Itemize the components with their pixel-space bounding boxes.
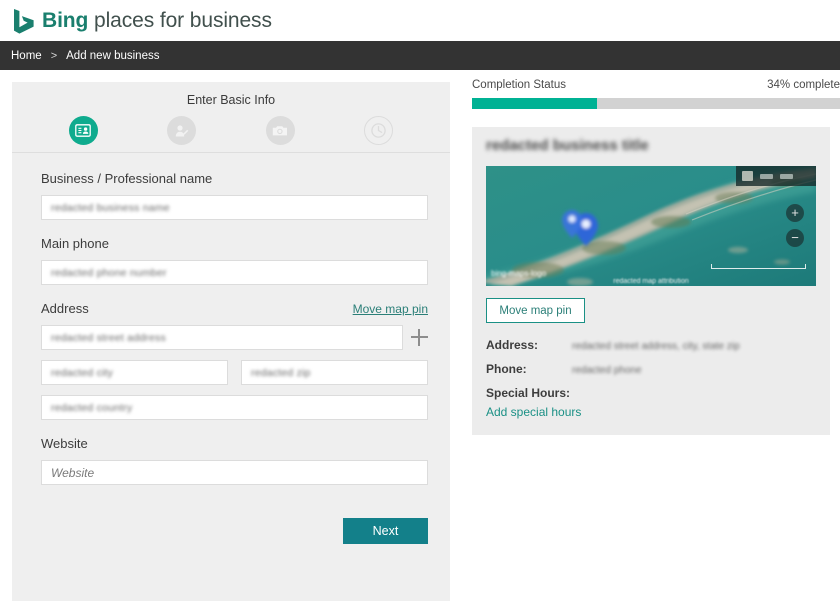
detail-row-phone: Phone: redacted phone bbox=[486, 362, 816, 376]
map-directions-icon[interactable] bbox=[760, 173, 773, 179]
address-city-input[interactable]: redacted city bbox=[41, 360, 228, 385]
address-street-value: redacted street address bbox=[51, 331, 166, 344]
map-toolbar[interactable] bbox=[736, 166, 816, 186]
detail-key-address: Address: bbox=[486, 338, 539, 352]
business-detail-list: Address: redacted street address, city, … bbox=[486, 338, 816, 419]
completion-progress-track bbox=[472, 98, 840, 109]
address-city-zip-row: redacted city redacted zip bbox=[41, 360, 428, 385]
contact-card-icon bbox=[75, 124, 92, 137]
address-street-row: redacted street address bbox=[41, 325, 428, 350]
map-preview[interactable]: + − bing-maps-logo redacted map attribut… bbox=[486, 166, 816, 286]
bing-logo-icon bbox=[14, 8, 34, 34]
map-layers-icon[interactable] bbox=[742, 171, 753, 181]
step-hours[interactable] bbox=[364, 116, 394, 145]
address-zip-value: redacted zip bbox=[251, 366, 311, 379]
step-profile[interactable] bbox=[167, 116, 197, 145]
step-basic-info[interactable] bbox=[68, 116, 98, 145]
map-zoom-controls: + − bbox=[786, 204, 804, 247]
website-label: Website bbox=[41, 436, 88, 451]
add-address-line-icon[interactable] bbox=[411, 329, 428, 346]
completion-status-label: Completion Status bbox=[472, 79, 566, 91]
website-input[interactable]: Website bbox=[41, 460, 428, 485]
stepper-title: Enter Basic Info bbox=[186, 93, 276, 107]
map-zoom-in-button[interactable]: + bbox=[786, 204, 804, 222]
address-label-row: Address Move map pin bbox=[41, 301, 428, 316]
detail-value-address: redacted street address, city, state zip bbox=[572, 341, 740, 352]
address-country-input[interactable]: redacted country bbox=[41, 395, 428, 420]
map-scale-bar bbox=[711, 264, 806, 269]
map-logo: bing-maps-logo bbox=[491, 269, 547, 278]
address-label: Address bbox=[41, 301, 89, 316]
move-map-pin-button[interactable]: Move map pin bbox=[486, 298, 585, 323]
map-zoom-out-button[interactable]: − bbox=[786, 229, 804, 247]
business-name-field-group: Business / Professional name redacted bu… bbox=[41, 171, 428, 220]
business-name-value: redacted business name bbox=[51, 201, 170, 214]
breadcrumb-current: Add new business bbox=[66, 49, 160, 62]
main-phone-label: Main phone bbox=[41, 236, 109, 251]
person-edit-icon bbox=[176, 124, 189, 136]
detail-key-special-hours: Special Hours: bbox=[486, 386, 571, 400]
map-expand-icon[interactable] bbox=[780, 173, 793, 179]
brand-header: Bing places for business bbox=[0, 0, 840, 41]
detail-value-phone: redacted phone bbox=[572, 365, 642, 376]
brand-title-rest: places for business bbox=[88, 8, 272, 32]
website-field-group: Website Website bbox=[41, 436, 428, 485]
completion-percent-text: 34% complete bbox=[767, 79, 840, 91]
move-map-pin-link[interactable]: Move map pin bbox=[353, 302, 428, 316]
add-special-hours-link[interactable]: Add special hours bbox=[486, 405, 581, 419]
completion-progress-fill bbox=[472, 98, 598, 109]
business-name-input[interactable]: redacted business name bbox=[41, 195, 428, 220]
business-name-label: Business / Professional name bbox=[41, 171, 213, 186]
breadcrumb: Home > Add new business bbox=[0, 41, 840, 70]
breadcrumb-home-link[interactable]: Home bbox=[11, 50, 42, 62]
main-phone-field-group: Main phone redacted phone number bbox=[41, 236, 428, 285]
progress-stepper: Enter Basic Info bbox=[12, 82, 450, 153]
completion-status-header: Completion Status 34% complete bbox=[472, 70, 840, 91]
clock-icon bbox=[371, 123, 386, 138]
address-field-group: Address Move map pin redacted street add… bbox=[41, 301, 428, 420]
detail-row-special-hours: Special Hours: bbox=[486, 386, 816, 400]
address-country-value: redacted country bbox=[51, 401, 133, 414]
address-city-value: redacted city bbox=[51, 366, 114, 379]
page-body: Enter Basic Info Business / Professional… bbox=[0, 70, 840, 601]
map-attribution: redacted map attribution bbox=[613, 278, 689, 285]
address-zip-input[interactable]: redacted zip bbox=[241, 360, 428, 385]
camera-icon bbox=[273, 125, 288, 135]
detail-key-phone: Phone: bbox=[486, 362, 527, 376]
preview-business-title: redacted business title bbox=[486, 137, 649, 154]
address-street-input[interactable]: redacted street address bbox=[41, 325, 403, 350]
brand-title-bold: Bing bbox=[42, 8, 89, 32]
business-preview-card: redacted business title + − bing-maps-lo… bbox=[472, 127, 830, 435]
main-phone-input[interactable]: redacted phone number bbox=[41, 260, 428, 285]
next-button[interactable]: Next bbox=[343, 518, 428, 544]
step-photos[interactable] bbox=[265, 116, 295, 145]
address-country-row: redacted country bbox=[41, 395, 428, 420]
basic-info-form-panel: Enter Basic Info Business / Professional… bbox=[12, 82, 450, 601]
preview-side-panel: Completion Status 34% complete redacted … bbox=[472, 70, 840, 435]
form-fields: Business / Professional name redacted bu… bbox=[12, 153, 450, 544]
brand-title: Bing places for business bbox=[42, 9, 272, 33]
main-phone-value: redacted phone number bbox=[51, 266, 167, 279]
website-placeholder: Website bbox=[51, 465, 95, 480]
breadcrumb-separator: > bbox=[50, 49, 58, 62]
form-actions: Next bbox=[41, 518, 428, 544]
detail-row-address: Address: redacted street address, city, … bbox=[486, 338, 816, 352]
stepper-steps bbox=[12, 116, 450, 145]
